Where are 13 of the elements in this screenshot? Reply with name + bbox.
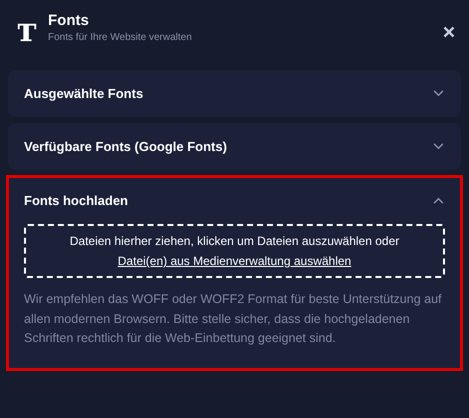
accordion-header[interactable]: Fonts hochladen (8, 177, 461, 224)
hint-text: Wir empfehlen das WOFF oder WOFF2 Format für beste Unterstützung auf allen modernen Browsern. Bitte stelle sicher, dass die hochgeladenen Schriften rechtlich für die Web-Einbettung geeignet sind. (24, 291, 442, 347)
panel-title: Fonts (48, 12, 90, 28)
chevron-up-icon (433, 197, 444, 204)
chevron-down-icon (433, 90, 444, 97)
chevron-down-icon (433, 143, 444, 150)
panel-subtitle: Fonts für Ihre Website verwalten (48, 32, 193, 42)
media-library-link[interactable]: Datei(en) aus Medienverwaltung auswählen (118, 254, 352, 268)
drop-zone-text: Dateien hierher ziehen, klicken um Dateien auszuwählen oder (70, 234, 400, 248)
drop-zone[interactable]: Dateien hierher ziehen, klicken um Dateien auszuwählen oder Datei(en) aus Medienverwaltung auswählen (24, 224, 445, 278)
accordion-header[interactable]: Ausgewählte Fonts (8, 70, 461, 117)
accordion-header[interactable]: Verfügbare Fonts (Google Fonts) (8, 123, 461, 170)
close-icon[interactable] (443, 26, 455, 38)
